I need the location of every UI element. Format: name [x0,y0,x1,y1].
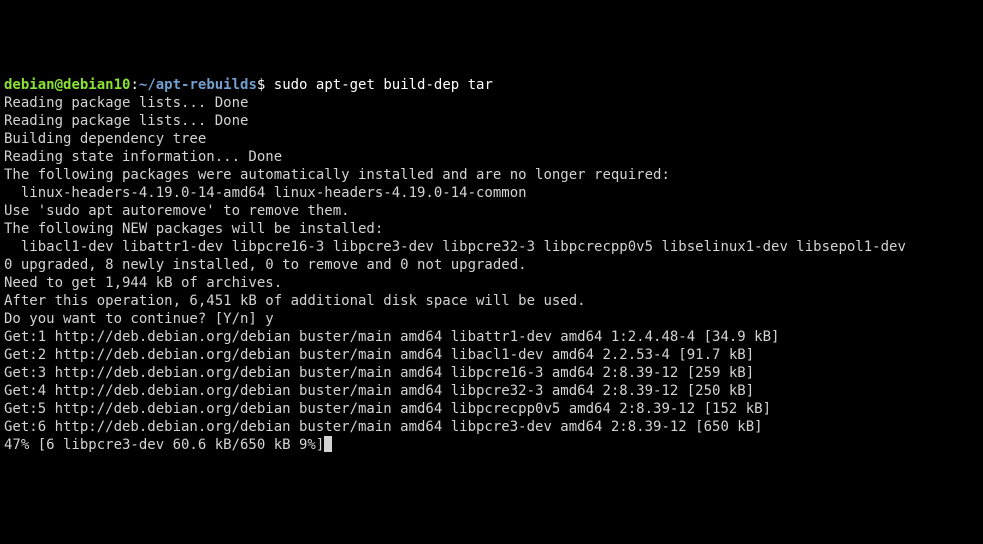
prompt-user: debian [4,77,55,93]
output-line: Get:4 http://deb.debian.org/debian buste… [4,383,754,399]
output-line: The following NEW packages will be insta… [4,221,383,237]
output-line: The following packages were automaticall… [4,167,670,183]
progress-line: 47% [6 libpcre3-dev 60.6 kB/650 kB 9%] [4,437,324,453]
output-line: Get:3 http://deb.debian.org/debian buste… [4,365,754,381]
output-line: Do you want to continue? [Y/n] y [4,311,274,327]
output-line: Get:5 http://deb.debian.org/debian buste… [4,401,771,417]
command: sudo apt-get build-dep tar [274,77,493,93]
output-line: Get:1 http://deb.debian.org/debian buste… [4,329,779,345]
prompt-at: @ [55,77,63,93]
terminal[interactable]: debian@debian10:~/apt-rebuilds$ sudo apt… [4,76,979,454]
prompt-sep: : [130,77,138,93]
output-line: Get:6 http://deb.debian.org/debian buste… [4,419,763,435]
prompt-path: ~/apt-rebuilds [139,77,257,93]
output-line: Building dependency tree [4,131,206,147]
output-line: Get:2 http://deb.debian.org/debian buste… [4,347,754,363]
prompt-line: debian@debian10:~/apt-rebuilds$ sudo apt… [4,77,493,93]
output-line: Use 'sudo apt autoremove' to remove them… [4,203,350,219]
output-line: After this operation, 6,451 kB of additi… [4,293,586,309]
prompt-host: debian10 [63,77,130,93]
prompt-end: $ [257,77,274,93]
output-line: Need to get 1,944 kB of archives. [4,275,282,291]
output-line: 0 upgraded, 8 newly installed, 0 to remo… [4,257,527,273]
output-line: libacl1-dev libattr1-dev libpcre16-3 lib… [4,239,906,255]
output-line: linux-headers-4.19.0-14-amd64 linux-head… [4,185,527,201]
cursor [324,436,332,452]
output-line: Reading package lists... Done [4,113,248,129]
output-line: Reading state information... Done [4,149,282,165]
output-line: Reading package lists... Done [4,95,248,111]
